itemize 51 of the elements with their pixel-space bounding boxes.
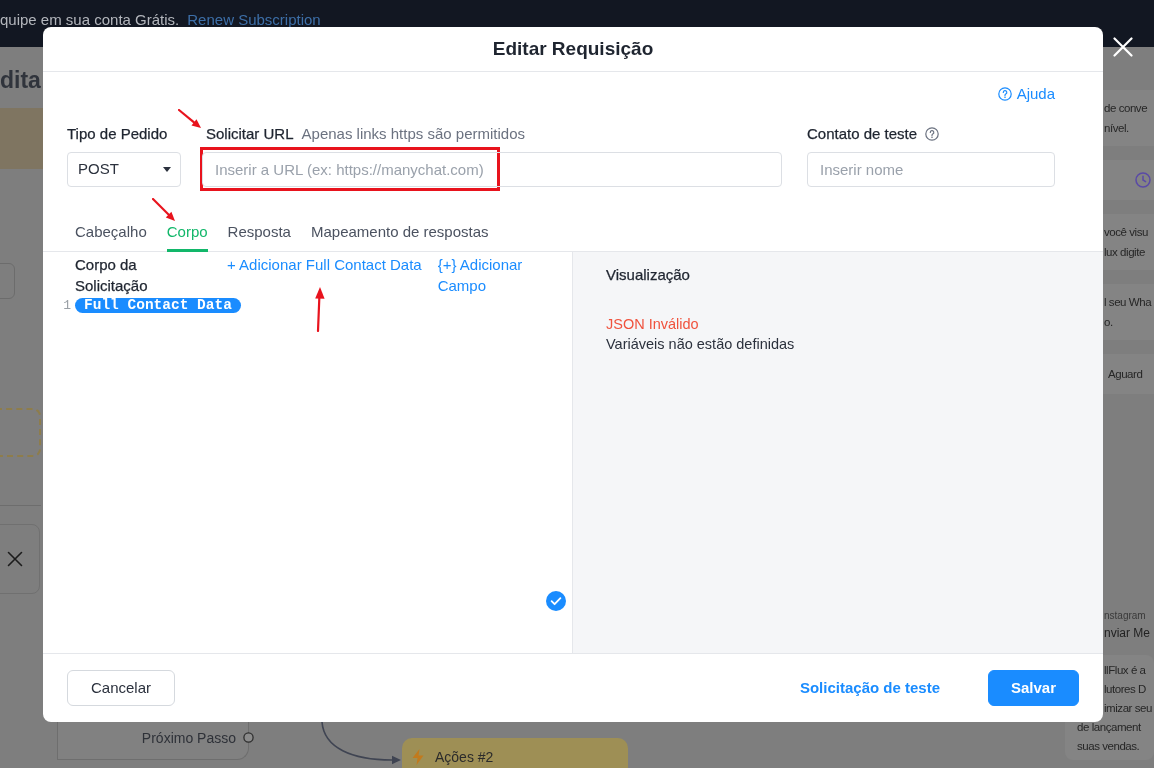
dialog-title: Editar Requisição [492, 37, 654, 61]
section-title: Corpo da Solicitação [75, 255, 149, 296]
card-text: llFlux é a [1104, 664, 1146, 676]
card-text: lux digite [1104, 245, 1145, 260]
url-field[interactable]: Inserir a URL (ex: https://manychat.com) [202, 152, 782, 187]
channel-label: nstagram [1104, 609, 1146, 623]
step-label: Próximo Passo [141, 729, 236, 747]
clock-icon [1135, 172, 1151, 188]
card-text: o. [1104, 315, 1113, 330]
lightning-icon [412, 749, 424, 765]
message-text: Variáveis não estão definidas [606, 335, 795, 354]
step-title: nviar Me [1104, 625, 1150, 642]
variable-chip: Full Contact Data [75, 298, 241, 313]
error-text: JSON Inválido [606, 315, 699, 334]
node-title: Ações #2 [435, 748, 494, 766]
card-text: suas vendas. [1077, 740, 1140, 752]
tab[interactable]: Resposta [227, 212, 291, 252]
card-text: Aguard [1108, 367, 1143, 382]
field-hint: Apenas links https são permitidos [301, 124, 525, 144]
help-link[interactable]: Ajuda [997, 84, 1055, 104]
cancel-button[interactable]: Cancelar [67, 670, 175, 706]
card-text: de lançament [1077, 721, 1141, 733]
tab[interactable]: Cabeçalho [75, 212, 147, 252]
card-text: imizar seu [1104, 702, 1152, 714]
test-button[interactable]: Solicitação de teste [799, 676, 940, 700]
help-icon [997, 87, 1012, 101]
card-text: lutores D [1104, 683, 1146, 695]
banner-text: quipe em sua conta Grátis. [0, 12, 180, 27]
card-text: você visu [1104, 225, 1148, 240]
caret-icon [163, 167, 171, 172]
dashed-frame [0, 408, 41, 457]
ring-icon[interactable] [243, 732, 254, 743]
card-text: l seu Wha [1104, 295, 1152, 310]
add-link[interactable]: + Adicionar Full Contact Data [227, 254, 422, 275]
page-heading: dita [0, 67, 41, 93]
notice-strip [0, 108, 43, 169]
card-text: nível. [1104, 121, 1129, 136]
add-link[interactable]: {+} Adicionar Campo [437, 254, 544, 296]
preview-title: Visualização [606, 265, 690, 285]
contact-field[interactable]: Inserir nome [807, 152, 1055, 187]
check-icon[interactable] [546, 591, 566, 611]
field-label: Solicitar URL [206, 124, 294, 142]
renew-link[interactable]: Renew Subscription [187, 12, 321, 27]
field-label: Tipo de Pedido [67, 124, 168, 144]
line-number: 1 [63, 298, 71, 313]
field-label: Contato de teste [807, 124, 918, 144]
tab[interactable]: Mapeamento de respostas [310, 212, 489, 252]
card-text: de conve [1104, 101, 1148, 116]
method-select[interactable]: POST [67, 152, 181, 187]
save-button[interactable]: Salvar [988, 670, 1079, 706]
help-icon [925, 127, 940, 141]
